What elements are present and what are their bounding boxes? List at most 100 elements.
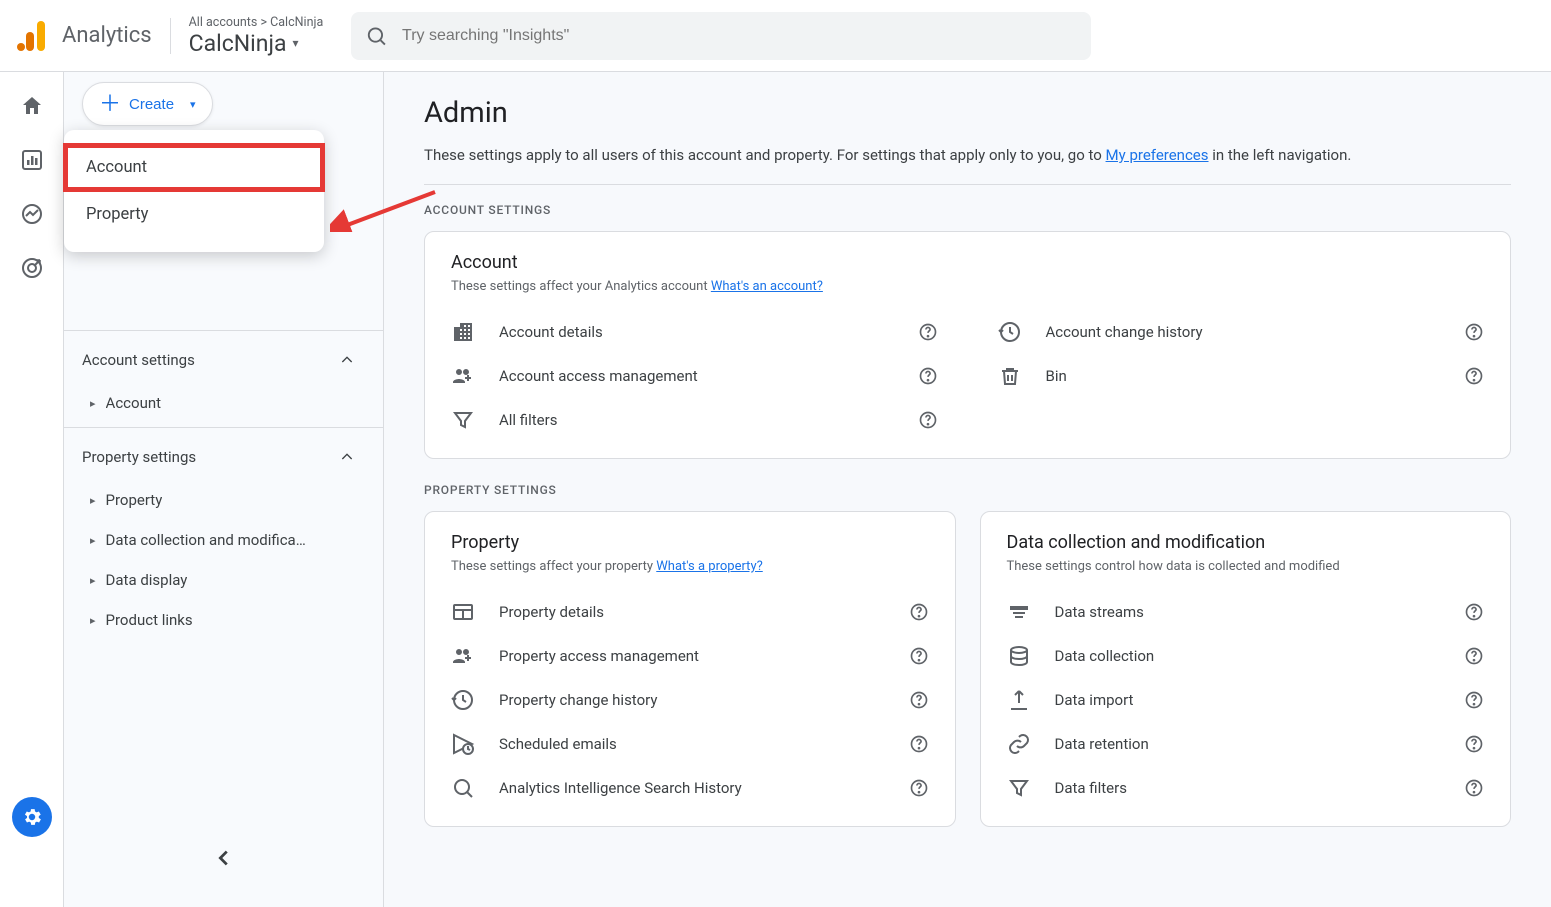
setting-label: Analytics Intelligence Search History	[499, 779, 742, 797]
setting-property-history[interactable]: Property change history	[451, 678, 929, 722]
help-icon[interactable]	[1464, 366, 1484, 386]
app-header: Analytics All accounts > CalcNinja CalcN…	[0, 0, 1551, 72]
help-icon[interactable]	[909, 690, 929, 710]
section-label-account: ACCOUNT SETTINGS	[424, 203, 1511, 217]
sidebar-item-product-links[interactable]: ▸ Product links	[82, 600, 365, 640]
sidebar-section-property-settings[interactable]: Property settings	[82, 434, 365, 480]
setting-label: Data streams	[1055, 603, 1144, 621]
product-name: Analytics	[62, 23, 152, 48]
whats-a-property-link[interactable]: What's a property?	[656, 559, 762, 574]
explore-icon[interactable]	[20, 202, 44, 226]
subtitle-text: in the left navigation.	[1209, 146, 1352, 164]
setting-data-streams[interactable]: Data streams	[1007, 590, 1485, 634]
selected-property-label: CalcNinja	[189, 30, 287, 57]
help-icon[interactable]	[1464, 646, 1484, 666]
setting-data-filters[interactable]: Data filters	[1007, 766, 1485, 810]
chevron-left-icon	[213, 847, 235, 869]
upload-icon	[1007, 688, 1031, 712]
help-icon[interactable]	[909, 602, 929, 622]
sidebar-item-label: Account	[106, 394, 162, 412]
my-preferences-link[interactable]: My preferences	[1106, 146, 1209, 164]
page-subtitle: These settings apply to all users of thi…	[424, 146, 1511, 164]
setting-property-access[interactable]: Property access management	[451, 634, 929, 678]
plus-icon: ＋	[99, 93, 121, 115]
help-icon[interactable]	[909, 778, 929, 798]
page-title: Admin	[424, 96, 1511, 130]
setting-label: Account access management	[499, 367, 698, 385]
setting-property-details[interactable]: Property details	[451, 590, 929, 634]
help-icon[interactable]	[909, 734, 929, 754]
help-icon[interactable]	[1464, 602, 1484, 622]
panel-desc: These settings affect your Analytics acc…	[451, 279, 1484, 294]
help-icon[interactable]	[918, 410, 938, 430]
setting-label: Bin	[1046, 367, 1067, 385]
logo-group: Analytics	[16, 18, 152, 54]
setting-label: All filters	[499, 411, 557, 429]
property-picker[interactable]: All accounts > CalcNinja CalcNinja ▾	[189, 15, 324, 57]
sidebar-item-data-display[interactable]: ▸ Data display	[82, 560, 365, 600]
setting-data-import[interactable]: Data import	[1007, 678, 1485, 722]
setting-label: Scheduled emails	[499, 735, 617, 753]
panel-title: Property	[451, 532, 929, 553]
setting-scheduled-emails[interactable]: Scheduled emails	[451, 722, 929, 766]
create-button[interactable]: ＋ Create ▾	[82, 82, 213, 126]
whats-an-account-link[interactable]: What's an account?	[711, 279, 823, 294]
sidebar-divider	[64, 330, 383, 331]
home-icon[interactable]	[20, 94, 44, 118]
setting-search-history[interactable]: Analytics Intelligence Search History	[451, 766, 929, 810]
breadcrumb-prefix: All accounts	[189, 15, 258, 30]
setting-account-access[interactable]: Account access management	[451, 354, 938, 398]
breadcrumb: All accounts > CalcNinja	[189, 15, 324, 30]
setting-bin[interactable]: Bin	[998, 354, 1485, 398]
help-icon[interactable]	[1464, 734, 1484, 754]
advertising-icon[interactable]	[20, 256, 44, 280]
data-collection-panel: Data collection and modification These s…	[980, 511, 1512, 827]
help-icon[interactable]	[1464, 322, 1484, 342]
setting-data-retention[interactable]: Data retention	[1007, 722, 1485, 766]
setting-label: Account change history	[1046, 323, 1203, 341]
reports-icon[interactable]	[20, 148, 44, 172]
setting-label: Data import	[1055, 691, 1134, 709]
sidebar-item-property[interactable]: ▸ Property	[82, 480, 365, 520]
sidebar-item-account[interactable]: ▸ Account	[82, 383, 365, 423]
trash-icon	[998, 364, 1022, 388]
sidebar-item-data-collection[interactable]: ▸ Data collection and modifica…	[82, 520, 365, 560]
history-icon	[451, 688, 475, 712]
collapse-sidebar-button[interactable]	[213, 847, 235, 869]
search-bar[interactable]	[351, 12, 1091, 60]
create-menu: Account Property	[64, 130, 324, 252]
panel-desc-text: These settings affect your property	[451, 559, 656, 574]
setting-all-filters[interactable]: All filters	[451, 398, 938, 442]
dropdown-triangle-icon: ▾	[293, 36, 299, 50]
help-icon[interactable]	[909, 646, 929, 666]
sidebar-section-label: Property settings	[82, 448, 196, 466]
setting-label: Property details	[499, 603, 604, 621]
admin-sidebar: ＋ Create ▾ Account Property Account sett…	[64, 72, 384, 907]
create-button-label: Create	[129, 96, 174, 113]
create-menu-property[interactable]: Property	[64, 191, 324, 238]
group-add-icon	[451, 364, 475, 388]
caret-right-icon: ▸	[90, 534, 96, 547]
admin-gear-fab[interactable]	[12, 797, 52, 837]
help-icon[interactable]	[918, 366, 938, 386]
section-label-property: PROPERTY SETTINGS	[424, 483, 1511, 497]
history-icon	[998, 320, 1022, 344]
scheduled-send-icon	[451, 732, 475, 756]
setting-account-details[interactable]: Account details	[451, 310, 938, 354]
content-divider	[424, 184, 1511, 185]
setting-account-history[interactable]: Account change history	[998, 310, 1485, 354]
help-icon[interactable]	[1464, 778, 1484, 798]
web-icon	[451, 600, 475, 624]
sidebar-section-account-settings[interactable]: Account settings	[82, 337, 365, 383]
search-icon	[365, 24, 388, 48]
panel-title: Account	[451, 252, 1484, 273]
setting-label: Data retention	[1055, 735, 1149, 753]
create-menu-account[interactable]: Account	[64, 144, 324, 191]
setting-data-collection[interactable]: Data collection	[1007, 634, 1485, 678]
help-icon[interactable]	[918, 322, 938, 342]
breadcrumb-account: CalcNinja	[270, 15, 323, 30]
gear-icon	[21, 806, 43, 828]
sidebar-item-label: Data collection and modifica…	[106, 531, 306, 549]
help-icon[interactable]	[1464, 690, 1484, 710]
search-input[interactable]	[402, 27, 1077, 45]
